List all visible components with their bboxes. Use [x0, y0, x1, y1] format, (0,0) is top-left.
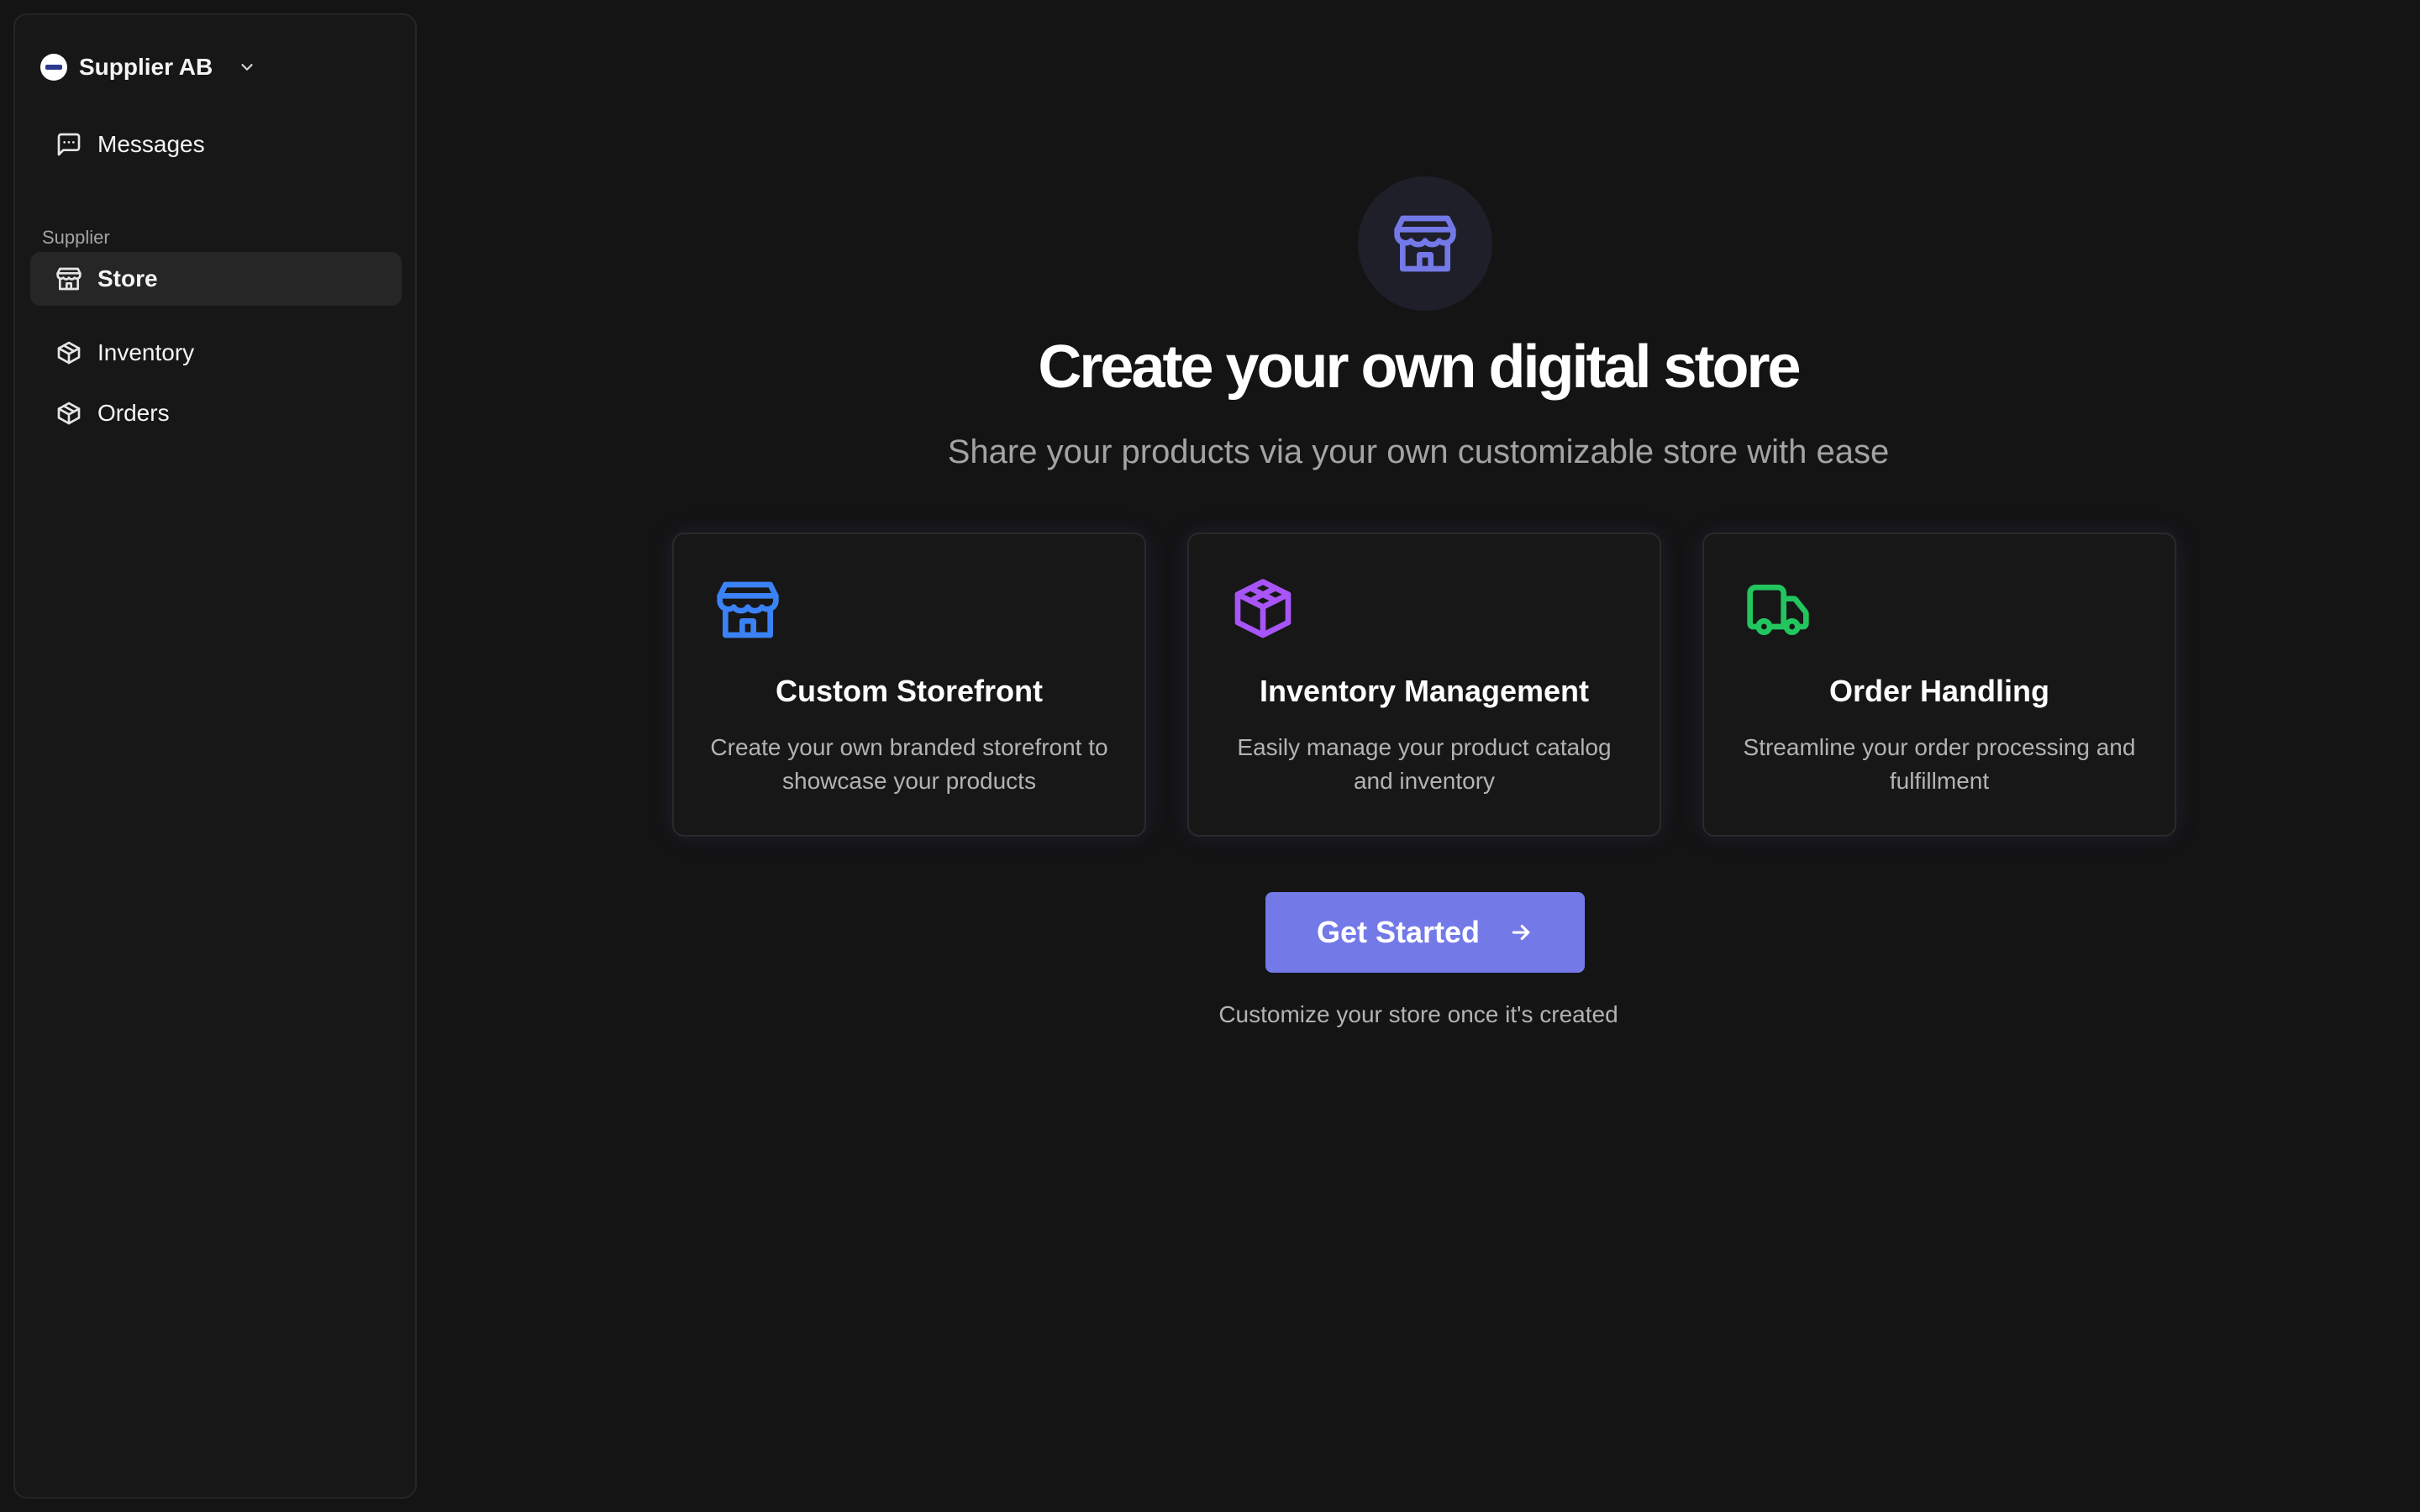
feature-title: Inventory Management — [1259, 674, 1590, 708]
sidebar-item-messages[interactable]: Messages — [30, 118, 402, 171]
org-name: Supplier AB — [79, 54, 213, 80]
sidebar-item-label: Store — [97, 265, 158, 291]
package-icon — [57, 402, 81, 425]
org-logo — [40, 54, 67, 81]
feature-description: Easily manage your product catalog and i… — [1237, 734, 1612, 794]
sidebar-item-label: Orders — [97, 400, 170, 426]
boxes-icon — [1234, 579, 1292, 638]
page-title: Create your own digital store — [1038, 333, 1801, 401]
store-icon — [56, 267, 82, 291]
sidebar-section-label: Supplier — [42, 227, 110, 248]
store-icon — [717, 581, 779, 638]
feature-description: Create your own branded storefront to sh… — [710, 734, 1108, 794]
sidebar: Supplier AB Messages Supplier Store Inve… — [13, 13, 417, 1499]
feature-title: Custom Storefront — [776, 674, 1043, 708]
sidebar-item-label: Messages — [97, 131, 205, 157]
sidebar-item-inventory[interactable]: Inventory — [30, 326, 402, 380]
feature-description: Streamline your order processing and ful… — [1743, 734, 2136, 794]
truck-icon — [1747, 585, 1809, 635]
hero-icon-badge — [1358, 176, 1492, 311]
arrow-right-icon — [1512, 924, 1530, 941]
package-icon — [57, 341, 81, 365]
chevron-down-icon — [241, 64, 253, 71]
sidebar-item-store[interactable]: Store — [30, 252, 402, 306]
cta-hint: Customize your store once it's created — [1218, 1001, 1618, 1027]
feature-card-inventory: Inventory Management Easily manage your … — [1187, 533, 1661, 837]
app-root: Supplier AB Messages Supplier Store Inve… — [0, 0, 2420, 1512]
message-icon — [57, 133, 81, 156]
org-switcher[interactable]: Supplier AB — [40, 47, 256, 87]
feature-card-orders: Order Handling Streamline your order pro… — [1702, 533, 2176, 837]
get-started-label: Get Started — [1316, 915, 1481, 949]
page-subtitle: Share your products via your own customi… — [947, 433, 1890, 470]
store-icon — [1394, 215, 1456, 272]
sidebar-item-label: Inventory — [97, 339, 195, 365]
feature-card-storefront: Custom Storefront Create your own brande… — [672, 533, 1146, 837]
get-started-button[interactable]: Get Started — [1265, 892, 1585, 973]
feature-title: Order Handling — [1828, 674, 2050, 708]
sidebar-item-orders[interactable]: Orders — [30, 386, 402, 440]
